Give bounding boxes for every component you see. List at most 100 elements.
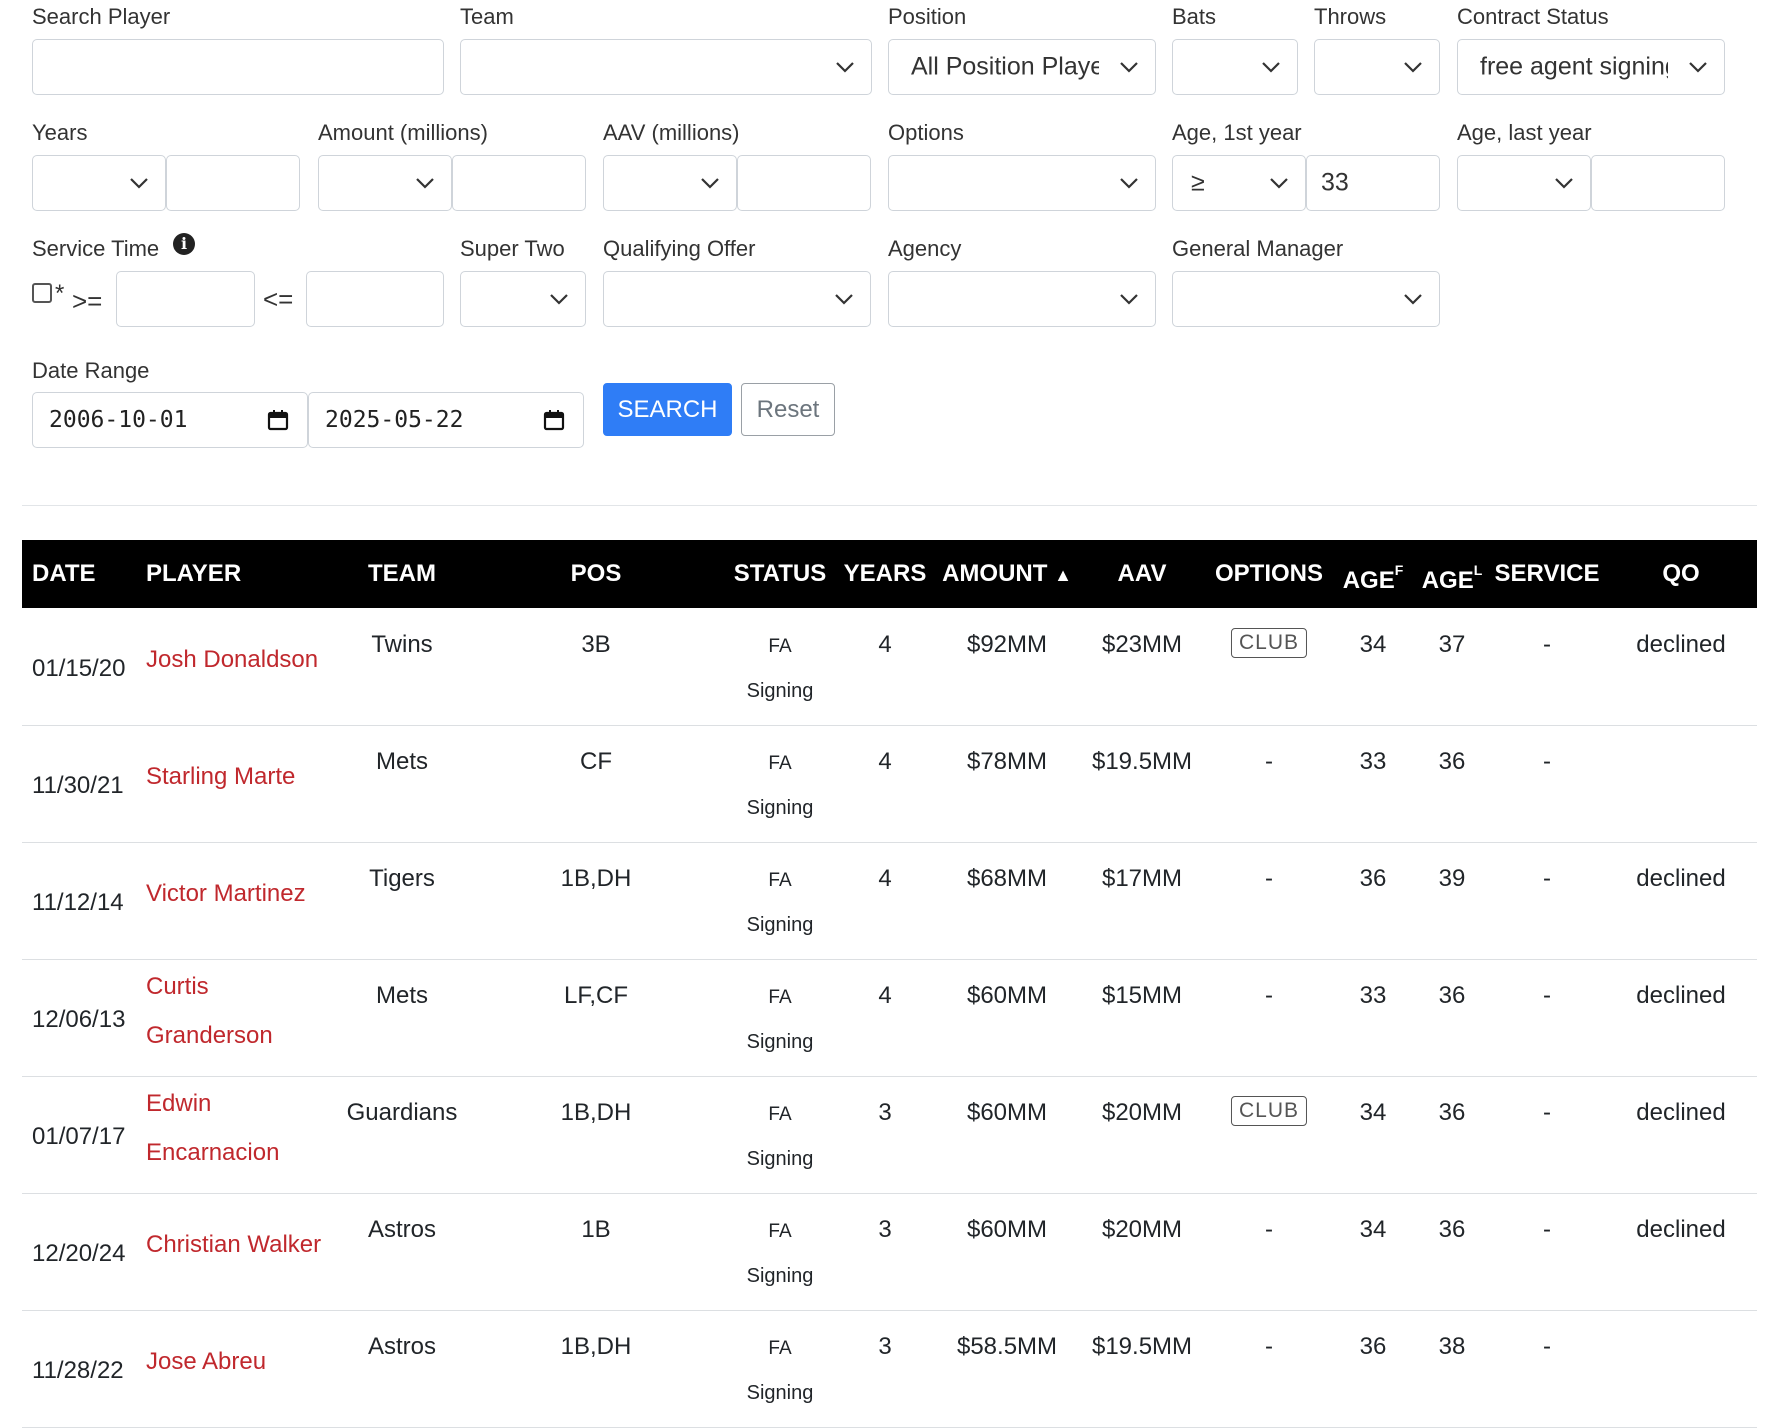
calendar-icon[interactable]: [543, 409, 565, 431]
header-date[interactable]: DATE: [32, 540, 96, 608]
cell-player-link[interactable]: Granderson: [146, 1011, 273, 1060]
header-amount[interactable]: AMOUNT ▲: [942, 540, 1072, 608]
header-years[interactable]: YEARS: [844, 540, 927, 608]
cell-player-link[interactable]: Edwin: [146, 1079, 211, 1128]
table-row[interactable]: 12/06/13 Curtis Granderson Mets LF,CF FA Signi…: [22, 960, 1757, 1077]
throws-select[interactable]: [1314, 39, 1440, 95]
cell-player-link[interactable]: Josh Donaldson: [146, 635, 318, 684]
table-row[interactable]: 11/28/22 Jose Abreu Astros 1B,DH FA Signing 3 $…: [22, 1311, 1757, 1428]
cell-years: 4: [878, 865, 892, 892]
years-operator-select[interactable]: [32, 155, 166, 211]
cell-aav: $23MM: [1101, 631, 1183, 658]
age-first-value-input[interactable]: 33: [1306, 155, 1440, 211]
team-label: Team: [460, 4, 514, 29]
cell-age-last: 36: [1438, 1216, 1466, 1243]
header-team[interactable]: TEAM: [368, 540, 436, 608]
divider: [22, 505, 1757, 506]
calendar-icon[interactable]: [267, 409, 289, 431]
table-row[interactable]: 11/30/21 Starling Marte Mets CF FA Signing 4 $7…: [22, 726, 1757, 843]
search-button[interactable]: SEARCH: [603, 383, 732, 436]
service-time-max-input[interactable]: [306, 271, 444, 327]
header-aav[interactable]: AAV: [1118, 540, 1167, 608]
age-first-value: 33: [1321, 168, 1349, 197]
options-select[interactable]: [888, 155, 1156, 211]
amount-value-input[interactable]: [452, 155, 586, 211]
age-last-operator-select[interactable]: [1457, 155, 1591, 211]
age-first-operator-select[interactable]: ≥: [1172, 155, 1306, 211]
table-header: DATE PLAYER TEAM POS STATUS YEARS AMOUNT…: [22, 540, 1757, 608]
qualifying-offer-select[interactable]: [603, 271, 871, 327]
cell-status: FA: [768, 636, 792, 657]
age-first-operator-value: ≥: [1191, 168, 1205, 197]
table-row[interactable]: 01/15/20 Josh Donaldson Twins 3B FA Signing 4 $…: [22, 609, 1757, 726]
cell-player-link[interactable]: Victor Martinez: [146, 869, 306, 918]
header-options[interactable]: OPTIONS: [1215, 540, 1323, 608]
header-pos[interactable]: POS: [571, 540, 622, 608]
amount-operator-select[interactable]: [318, 155, 452, 211]
cell-amount: $68MM: [966, 865, 1048, 892]
service-time-min-input[interactable]: [116, 271, 255, 327]
date-from-value: 2006-10-01: [49, 407, 188, 433]
reset-button[interactable]: Reset: [741, 383, 835, 436]
header-player[interactable]: PLAYER: [146, 540, 241, 608]
cell-date: 01/07/17: [32, 1123, 126, 1150]
cell-date: 11/28/22: [32, 1357, 124, 1384]
cell-amount: $60MM: [966, 1099, 1048, 1126]
bats-select[interactable]: [1172, 39, 1298, 95]
table-row[interactable]: 12/20/24 Christian Walker Astros 1B FA Signin…: [22, 1194, 1757, 1311]
cell-team: Astros: [367, 1216, 437, 1243]
cell-age-last: 38: [1438, 1333, 1466, 1360]
cell-player-link[interactable]: Christian Walker: [146, 1220, 321, 1269]
date-to-input[interactable]: 2025-05-22: [308, 392, 584, 448]
cell-status: FA: [768, 1338, 792, 1359]
cell-qo: declined: [1636, 982, 1726, 1009]
chevron-down-icon: [1261, 61, 1281, 73]
header-status[interactable]: STATUS: [734, 540, 826, 608]
chevron-down-icon: [835, 61, 855, 73]
cell-player-link[interactable]: Curtis: [146, 962, 209, 1011]
cell-status: FA: [768, 987, 792, 1008]
agency-label: Agency: [888, 236, 962, 261]
date-from-input[interactable]: 2006-10-01: [32, 392, 308, 448]
table-row[interactable]: 01/07/17 Edwin Encarnacion Guardians 1B,DH FA…: [22, 1077, 1757, 1194]
aav-label: AAV (millions): [603, 120, 740, 145]
service-time-checkbox[interactable]: [32, 283, 52, 303]
table-row[interactable]: 11/12/14 Victor Martinez Tigers 1B,DH FA Sign…: [22, 843, 1757, 960]
aav-value-input[interactable]: [737, 155, 871, 211]
cell-status: FA: [768, 870, 792, 891]
cell-date: 12/06/13: [32, 1006, 126, 1033]
agency-select[interactable]: [888, 271, 1156, 327]
search-player-input[interactable]: [32, 39, 444, 95]
contract-status-select[interactable]: free agent signing: [1457, 39, 1725, 95]
cell-date: 12/20/24: [32, 1240, 126, 1267]
position-select[interactable]: All Position Playe: [888, 39, 1156, 95]
date-to-value: 2025-05-22: [325, 407, 464, 433]
cell-age-last: 36: [1438, 748, 1466, 775]
header-service[interactable]: SERVICE: [1495, 540, 1600, 608]
age-last-value-input[interactable]: [1591, 155, 1725, 211]
amount-label: Amount (millions): [318, 120, 488, 145]
cell-player-link[interactable]: Jose Abreu: [146, 1337, 266, 1386]
general-manager-label: General Manager: [1172, 236, 1344, 261]
header-qo[interactable]: QO: [1662, 540, 1699, 608]
cell-player-link[interactable]: Encarnacion: [146, 1128, 279, 1177]
header-age-first[interactable]: AGEF: [1343, 540, 1404, 608]
super-two-select[interactable]: [460, 271, 586, 327]
cell-years: 3: [878, 1333, 892, 1360]
chevron-down-icon: [1403, 293, 1423, 305]
years-value-input[interactable]: [166, 155, 300, 211]
cell-status: Signing: [746, 1382, 814, 1404]
cell-date: 11/30/21: [32, 772, 124, 799]
header-age-last-label: AGE: [1421, 567, 1474, 594]
general-manager-select[interactable]: [1172, 271, 1440, 327]
cell-player-link[interactable]: Starling Marte: [146, 752, 295, 801]
cell-age-first: 33: [1359, 748, 1387, 775]
team-select[interactable]: [460, 39, 872, 95]
cell-qo: declined: [1636, 865, 1726, 892]
header-age-last[interactable]: AGEL: [1422, 540, 1483, 608]
cell-age-first: 34: [1359, 1099, 1387, 1126]
position-label: Position: [888, 4, 967, 29]
cell-service: -: [1543, 982, 1551, 1009]
aav-operator-select[interactable]: [603, 155, 737, 211]
info-icon[interactable]: i: [173, 233, 195, 255]
